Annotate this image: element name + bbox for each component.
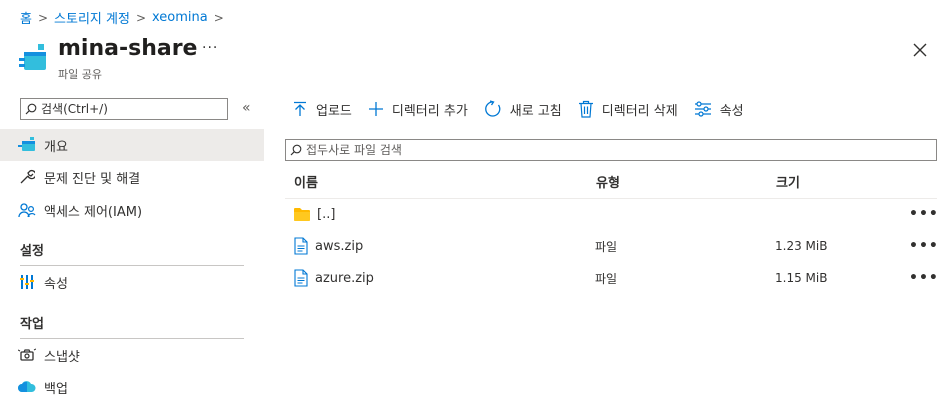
sidebar-search[interactable]: [20, 98, 228, 120]
wrench-icon: [18, 168, 36, 186]
sidebar-item-overview[interactable]: 개요: [0, 129, 264, 161]
more-options-button[interactable]: ···: [202, 40, 218, 56]
properties-label: 속성: [719, 103, 744, 119]
add-directory-button[interactable]: 디렉터리 추가: [368, 96, 468, 122]
row-more-button[interactable]: •••: [909, 206, 939, 222]
section-heading-settings: 설정: [20, 244, 44, 259]
file-share-icon: [19, 44, 46, 70]
chevron-right-icon: >: [135, 10, 146, 25]
collapse-sidebar-button[interactable]: «: [242, 100, 251, 116]
sidebar-item-label: 백업: [44, 381, 68, 397]
upload-button[interactable]: 업로드: [292, 96, 352, 122]
column-header-name[interactable]: 이름: [294, 172, 318, 191]
file-type: 파일: [595, 271, 618, 286]
file-type: 파일: [595, 239, 618, 254]
sidebar-item-label: 속성: [44, 276, 68, 292]
table-row[interactable]: azure.zip 파일 1.15 MiB •••: [285, 262, 939, 294]
column-header-type[interactable]: 유형: [596, 172, 620, 191]
file-search-input[interactable]: [302, 143, 906, 157]
plus-icon: [368, 102, 383, 116]
column-header-size[interactable]: 크기: [776, 172, 800, 191]
file-name[interactable]: [..]: [317, 207, 335, 222]
sidebar-item-snapshots[interactable]: 스냅샷: [0, 339, 264, 371]
properties-icon: [694, 101, 711, 117]
search-icon: [290, 144, 302, 156]
sidebar-item-diagnose[interactable]: 문제 진단 및 해결: [0, 161, 264, 193]
upload-label: 업로드: [316, 103, 352, 119]
sidebar-item-iam[interactable]: 액세스 제어(IAM): [0, 194, 264, 226]
file-icon: [294, 237, 308, 255]
delete-directory-button[interactable]: 디렉터리 삭제: [578, 96, 678, 122]
breadcrumb-storage-accounts[interactable]: 스토리지 계정: [54, 8, 130, 27]
refresh-icon: [484, 100, 501, 117]
table-row[interactable]: aws.zip 파일 1.23 MiB •••: [285, 230, 939, 262]
file-share-icon: [18, 136, 36, 154]
file-size: 1.23 MiB: [775, 239, 828, 253]
sidebar-item-label: 개요: [44, 139, 68, 155]
breadcrumb-account[interactable]: xeomina: [152, 10, 208, 25]
file-name-cell: aws.zip: [293, 237, 363, 255]
section-heading-operations: 작업: [20, 317, 44, 332]
chevron-right-icon: >: [37, 10, 49, 25]
sidebar-search-input[interactable]: [37, 102, 211, 116]
sidebar-item-label: 스냅샷: [44, 349, 80, 365]
properties-icon: [18, 273, 36, 291]
chevron-right-icon: >: [213, 10, 224, 25]
close-icon[interactable]: [910, 40, 930, 60]
sidebar-item-backup[interactable]: 백업: [0, 371, 264, 403]
file-icon: [294, 269, 308, 287]
file-name-cell: azure.zip: [293, 269, 374, 287]
people-icon: [18, 201, 36, 219]
upload-icon: [294, 101, 306, 116]
sidebar-item-label: 액세스 제어(IAM): [44, 204, 143, 220]
table-row[interactable]: [..] •••: [285, 198, 939, 230]
refresh-label: 새로 고침: [509, 103, 562, 119]
sidebar-item-properties[interactable]: 속성: [0, 266, 264, 298]
page-subtitle: 파일 공유: [58, 68, 102, 81]
sidebar-item-label: 문제 진단 및 해결: [44, 171, 141, 187]
file-name[interactable]: azure.zip: [315, 271, 374, 286]
file-name[interactable]: aws.zip: [315, 239, 363, 254]
breadcrumb: 홈 > 스토리지 계정 > xeomina >: [20, 8, 224, 27]
file-size: 1.15 MiB: [775, 271, 828, 285]
search-icon: [25, 103, 37, 115]
add-directory-label: 디렉터리 추가: [391, 103, 468, 119]
file-search[interactable]: [285, 139, 937, 161]
refresh-button[interactable]: 새로 고침: [484, 96, 562, 122]
delete-directory-label: 디렉터리 삭제: [601, 103, 678, 119]
properties-button[interactable]: 속성: [694, 96, 744, 122]
snapshot-icon: [18, 346, 36, 364]
row-more-button[interactable]: •••: [909, 238, 939, 254]
trash-icon: [578, 100, 593, 118]
backup-icon: [18, 378, 36, 396]
breadcrumb-home[interactable]: 홈: [20, 8, 32, 27]
folder-icon: [294, 208, 310, 221]
file-name-cell: [..]: [293, 206, 335, 222]
row-more-button[interactable]: •••: [909, 270, 939, 286]
page-title: mina-share: [58, 36, 198, 61]
command-bar: 업로드 디렉터리 추가 새로 고침 디렉터리 삭제 속성: [292, 96, 760, 122]
